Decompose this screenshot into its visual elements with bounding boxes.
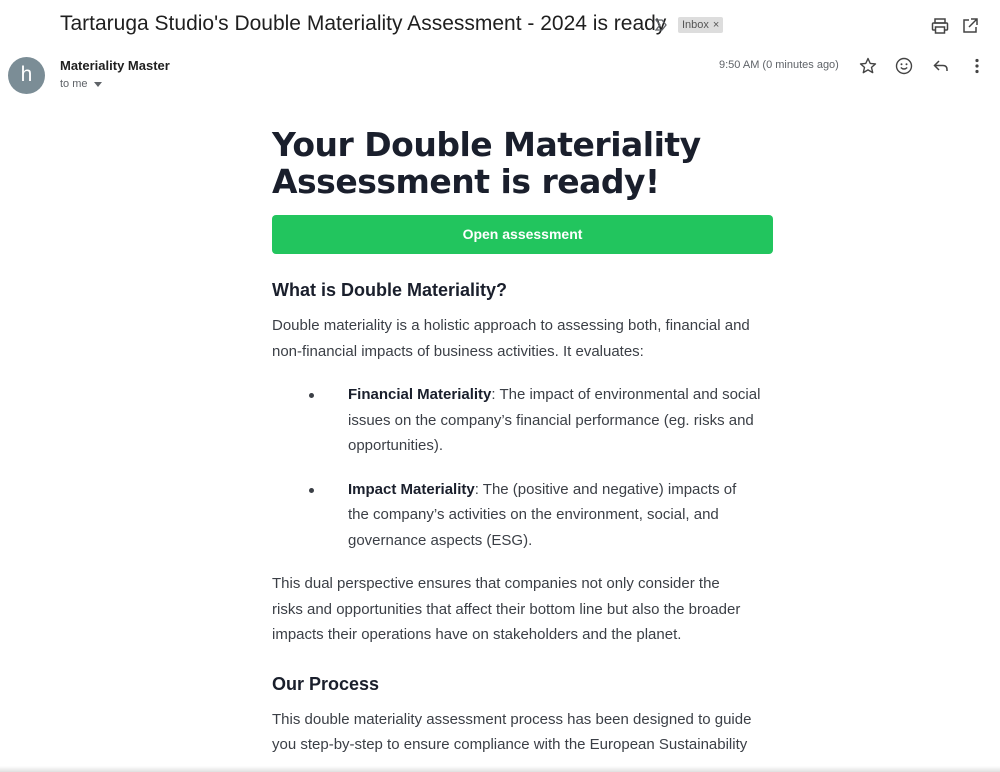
section-title-our-process: Our Process xyxy=(272,673,380,694)
intro-line-2: non-financial impacts of business activi… xyxy=(272,342,644,360)
star-icon[interactable] xyxy=(858,56,878,76)
email-subject: Tartaruga Studio's Double Materiality As… xyxy=(60,12,667,35)
list-item: Impact Materiality: The (positive and ne… xyxy=(272,477,777,554)
intro-paragraph: Double materiality is a holistic approac… xyxy=(272,313,777,364)
process-line-2: you step-by-step to ensure compliance wi… xyxy=(272,736,748,753)
chevron-down-icon[interactable] xyxy=(93,81,102,87)
bullet-dot xyxy=(309,487,314,493)
process-paragraph: This double materiality assessment proce… xyxy=(272,707,777,758)
print-icon[interactable] xyxy=(930,16,950,36)
dual-line-3: impacts their operations have on stakeho… xyxy=(272,626,682,643)
intro-line-1: Double materiality is a holistic approac… xyxy=(272,317,750,334)
hero-line-2: Assessment is ready! xyxy=(272,162,660,201)
recipient-details[interactable]: to me xyxy=(60,78,102,90)
sender-avatar[interactable]: h xyxy=(8,57,45,94)
email-subject-row: Tartaruga Studio's Double Materiality As… xyxy=(60,12,980,42)
bullet-line: the company’s activities on the environm… xyxy=(348,506,719,523)
reply-icon[interactable] xyxy=(931,56,951,76)
bullet-term: Financial Materiality xyxy=(348,386,492,403)
process-line-1: This double materiality assessment proce… xyxy=(272,710,752,728)
inbox-label-chip: Inbox × xyxy=(678,17,724,33)
open-in-new-window-icon[interactable] xyxy=(960,16,980,36)
emoji-icon[interactable] xyxy=(894,56,914,76)
sender-name[interactable]: Materiality Master xyxy=(60,58,170,73)
more-vert-icon[interactable] xyxy=(967,56,987,76)
important-marker-icon[interactable] xyxy=(654,18,668,32)
inbox-label-text: Inbox xyxy=(682,19,709,31)
open-assessment-button[interactable]: Open assessment xyxy=(272,215,773,254)
dual-perspective-paragraph: This dual perspective ensures that compa… xyxy=(272,571,777,648)
bullet-line: issues on the company’s financial perfor… xyxy=(348,411,754,429)
dual-line-1: This dual perspective ensures that compa… xyxy=(272,575,720,592)
scroll-shadow xyxy=(0,766,1000,772)
recipient-label: to me xyxy=(60,78,88,90)
bullet-dot xyxy=(309,393,314,398)
bullet-term: Impact Materiality xyxy=(348,480,475,498)
bullet-line: opportunities). xyxy=(348,437,444,454)
list-item: Financial Materiality: The impact of env… xyxy=(272,382,777,459)
bullet-line: : The impact of environmental and social xyxy=(491,386,761,403)
hero-line-1: Your Double Materiality xyxy=(272,125,701,164)
bullet-line: governance aspects (ESG). xyxy=(348,531,533,549)
materiality-bullet-list: Financial Materiality: The impact of env… xyxy=(272,382,777,553)
dual-line-2: risks and opportunities that affect thei… xyxy=(272,600,741,618)
hero-heading: Your Double Materiality Assessment is re… xyxy=(272,126,777,200)
bullet-line: : The (positive and negative) impacts of xyxy=(474,480,737,498)
email-body: Your Double Materiality Assessment is re… xyxy=(272,126,777,758)
remove-label-icon[interactable]: × xyxy=(713,19,719,31)
email-timestamp: 9:50 AM (0 minutes ago) xyxy=(719,59,839,71)
section-title-double-materiality: What is Double Materiality? xyxy=(272,280,508,300)
